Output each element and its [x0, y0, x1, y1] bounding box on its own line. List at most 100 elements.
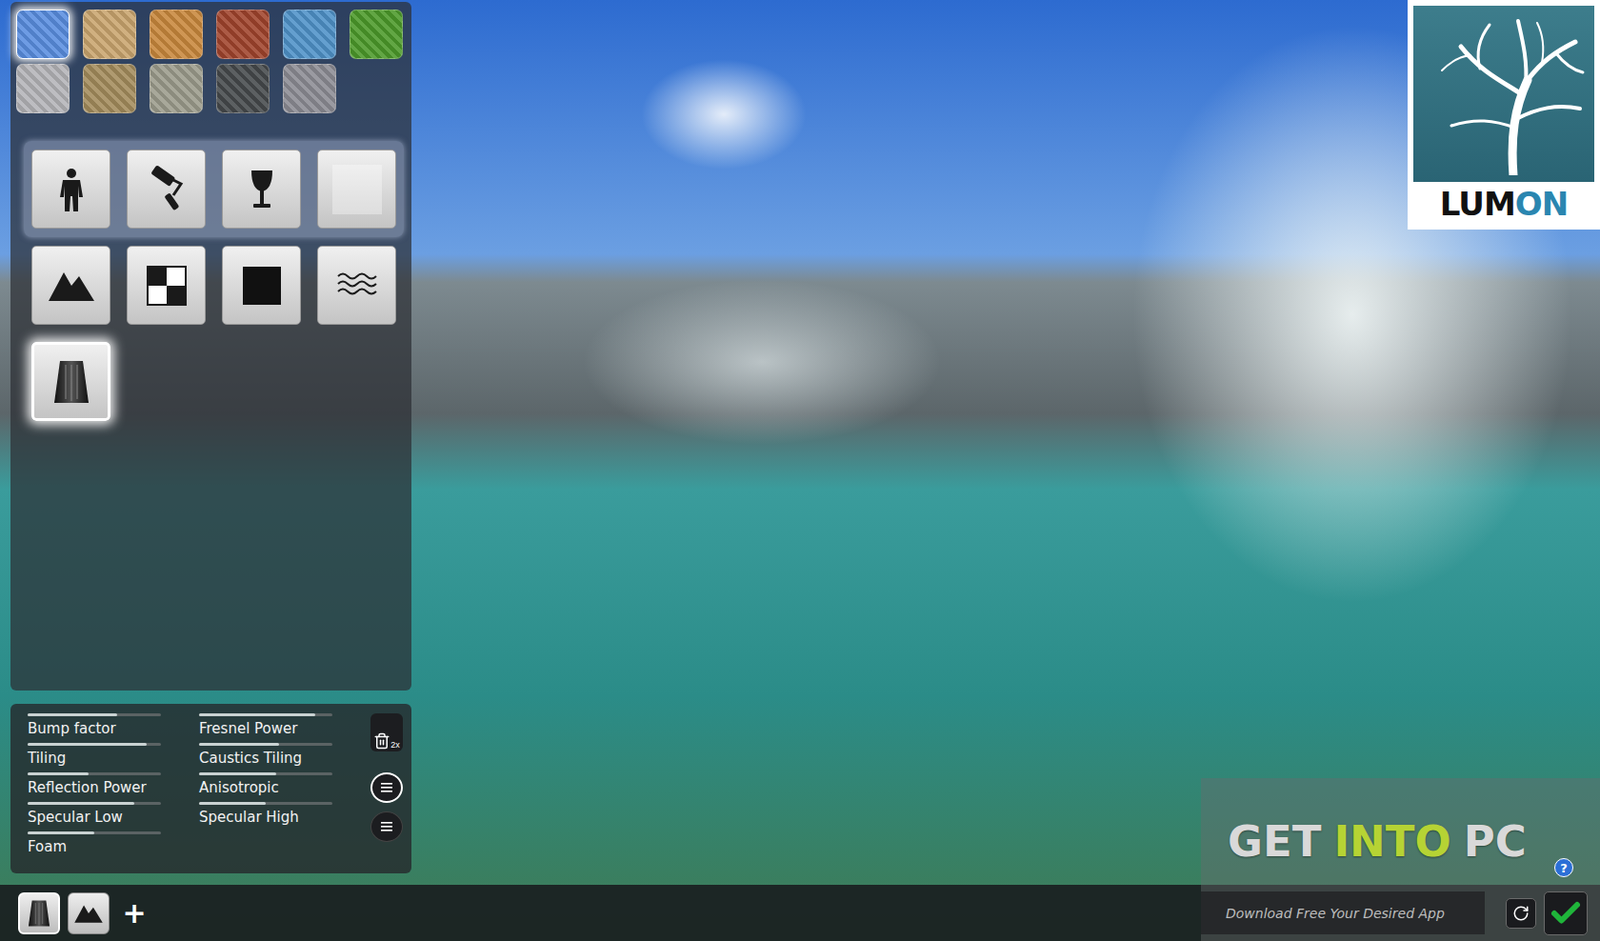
- material-swatch[interactable]: [282, 63, 337, 114]
- tree-icon: [1422, 13, 1585, 176]
- material-swatch[interactable]: [149, 63, 203, 114]
- slider-track[interactable]: [199, 742, 333, 746]
- refresh-icon: [1512, 904, 1530, 922]
- category-button[interactable]: [31, 245, 111, 325]
- goblet-icon: [237, 164, 287, 215]
- slider-fill: [27, 801, 135, 805]
- watermark-word: INTO: [1333, 816, 1451, 868]
- material-swatch[interactable]: [216, 63, 270, 114]
- material-swatch[interactable]: [16, 63, 70, 114]
- property-slider[interactable]: Fresnel Power: [199, 713, 342, 743]
- material-swatch[interactable]: [282, 9, 337, 60]
- watermark: GETINTOPC? Download Free Your Desired App: [1200, 778, 1600, 941]
- square-icon: [237, 260, 287, 311]
- waterfall-icon: [23, 898, 55, 929]
- material-swatch[interactable]: [149, 9, 203, 60]
- panel-buttons: 2x: [370, 713, 403, 874]
- layer-button[interactable]: [67, 892, 110, 935]
- blank-icon: [332, 164, 382, 215]
- material-properties-panel: Bump factor Fresnel Power Tiling Caustics T…: [10, 703, 412, 874]
- property-slider[interactable]: Reflection Power: [27, 772, 171, 802]
- slider-label: Specular Low: [27, 808, 171, 826]
- logo-text-part: ON: [1515, 184, 1568, 223]
- workspace: Bump factor Fresnel Power Tiling Caustics T…: [0, 0, 1600, 885]
- category-row: [23, 237, 404, 334]
- logo-mark: [1413, 5, 1595, 182]
- material-swatch[interactable]: [216, 9, 270, 60]
- property-slider[interactable]: Bump factor: [27, 713, 171, 743]
- material-swatch[interactable]: [82, 9, 137, 60]
- watermark-word: PC: [1463, 816, 1527, 868]
- refresh-button[interactable]: [1505, 898, 1537, 929]
- person-icon: [46, 164, 97, 215]
- category-button[interactable]: [126, 245, 206, 325]
- slider-track[interactable]: [199, 772, 333, 776]
- layer-button[interactable]: [18, 892, 60, 935]
- roller-icon: [141, 164, 192, 215]
- slider-fill: [199, 772, 277, 776]
- slider-track[interactable]: [199, 801, 333, 805]
- logo-text-part: LUM: [1440, 184, 1516, 223]
- property-sliders: Bump factor Fresnel Power Tiling Caustics T…: [27, 713, 342, 874]
- category-button[interactable]: [221, 245, 301, 325]
- slider-label: Anisotropic: [199, 779, 342, 797]
- slider-label: Foam: [27, 838, 171, 856]
- material-library-panel: [10, 1, 412, 691]
- material-categories: [23, 140, 412, 430]
- waves-icon: [332, 260, 382, 311]
- slider-label: Fresnel Power: [199, 720, 342, 738]
- category-button[interactable]: [31, 149, 111, 229]
- slider-track[interactable]: [199, 713, 333, 717]
- list-button[interactable]: [370, 811, 403, 842]
- delete-count: 2x: [390, 740, 400, 750]
- property-slider[interactable]: Anisotropic: [199, 772, 342, 802]
- confirm-button[interactable]: [1543, 891, 1588, 936]
- lumion-window: Bump factor Fresnel Power Tiling Caustics T…: [0, 0, 1600, 941]
- material-swatch-grid: [16, 9, 412, 114]
- list-icon: [379, 820, 395, 834]
- category-row: [23, 140, 404, 238]
- slider-fill: [199, 713, 316, 717]
- slider-track[interactable]: [27, 742, 161, 746]
- property-slider[interactable]: Specular High: [199, 801, 342, 832]
- trash-icon: [373, 732, 391, 750]
- property-slider[interactable]: Foam: [27, 831, 171, 861]
- slider-track[interactable]: [27, 801, 161, 805]
- slider-track[interactable]: [27, 831, 161, 835]
- slider-fill: [27, 772, 89, 776]
- lumion-logo: LUMON: [1407, 0, 1600, 230]
- slider-fill: [27, 742, 147, 746]
- slider-track[interactable]: [27, 713, 161, 717]
- slider-label: Tiling: [27, 749, 171, 767]
- category-button[interactable]: [31, 341, 111, 421]
- add-layer-button[interactable]: +: [117, 894, 152, 933]
- slider-label: Reflection Power: [27, 779, 171, 797]
- category-button[interactable]: [126, 149, 206, 229]
- slider-label: Caustics Tiling: [199, 749, 342, 767]
- slider-fill: [199, 742, 280, 746]
- category-row: [23, 333, 404, 430]
- slider-fill: [27, 831, 95, 835]
- logo-text: LUMON: [1440, 183, 1568, 224]
- material-swatch[interactable]: [16, 9, 70, 60]
- list-button[interactable]: [370, 772, 403, 803]
- watermark-title: GETINTOPC: [1227, 816, 1600, 868]
- property-slider[interactable]: Caustics Tiling: [199, 742, 342, 773]
- slider-track[interactable]: [27, 772, 161, 776]
- help-badge[interactable]: ?: [1554, 858, 1574, 878]
- category-button[interactable]: [317, 245, 397, 325]
- category-button[interactable]: [317, 149, 397, 229]
- checker-icon: [141, 260, 192, 311]
- watermark-word: GET: [1227, 816, 1321, 868]
- material-swatch[interactable]: [349, 9, 403, 60]
- slider-fill: [27, 713, 118, 717]
- watermark-subtitle: Download Free Your Desired App: [1200, 891, 1485, 935]
- property-slider[interactable]: Specular Low: [27, 801, 171, 832]
- material-swatch[interactable]: [82, 63, 137, 114]
- property-slider[interactable]: Tiling: [27, 742, 171, 773]
- list-icon: [379, 780, 395, 795]
- slider-label: Bump factor: [27, 720, 171, 738]
- delete-button[interactable]: 2x: [370, 713, 403, 752]
- category-button[interactable]: [221, 149, 301, 229]
- slider-label: Specular High: [199, 808, 342, 826]
